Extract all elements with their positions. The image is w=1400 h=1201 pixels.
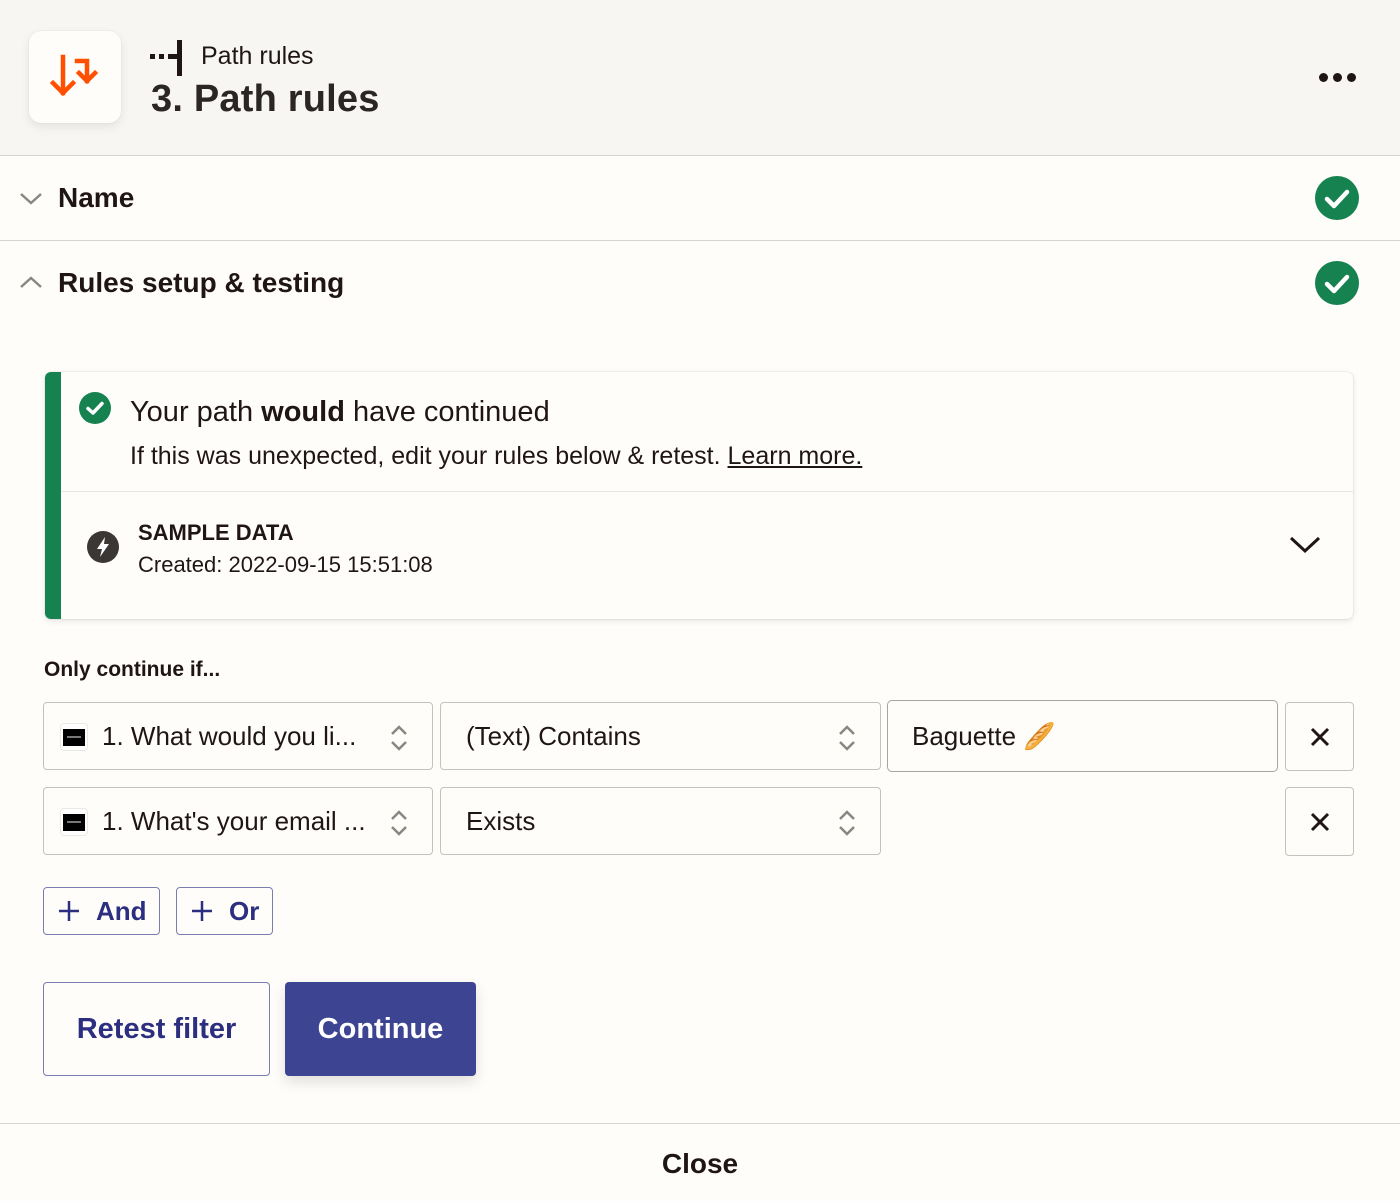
condition-field-select[interactable]: 1. What's your email ... [43, 787, 433, 855]
path-branch-icon [150, 40, 182, 76]
check-circle-icon [1315, 261, 1359, 305]
select-updown-icon [839, 810, 855, 836]
continue-button[interactable]: Continue [285, 982, 476, 1076]
typeform-logo [60, 808, 88, 836]
condition-operator-select[interactable]: Exists [440, 787, 881, 855]
divider [61, 491, 1353, 492]
result-subtitle: If this was unexpected, edit your rules … [130, 442, 862, 471]
section-name[interactable]: Name [0, 156, 1400, 241]
step-title: 3. Path rules [151, 78, 380, 120]
condition-field-value: 1. What's your email ... [102, 806, 366, 836]
section-name-label: Name [58, 182, 135, 213]
check-circle-icon [1315, 176, 1359, 220]
chevron-up-icon [20, 276, 42, 288]
add-and-button[interactable]: And [43, 887, 160, 935]
test-result-card: Your path would have continued If this w… [45, 372, 1353, 619]
step-header: Path rules 3. Path rules [0, 0, 1400, 156]
add-and-label: And [96, 895, 147, 926]
condition-operator-select[interactable]: (Text) Contains [440, 702, 881, 770]
result-subtitle-text: If this was unexpected, edit your rules … [130, 442, 728, 470]
add-or-label: Or [229, 895, 260, 926]
more-horizontal-icon [1318, 72, 1328, 82]
close-button[interactable]: Close [0, 1148, 1400, 1180]
footer: Close [0, 1123, 1400, 1201]
more-options-button[interactable] [1312, 62, 1362, 92]
condition-field-select[interactable]: 1. What would you li... [43, 702, 433, 770]
result-title-suffix: have continued [344, 396, 550, 428]
path-rules-arrows-icon [49, 54, 99, 97]
condition-operator-value: (Text) Contains [466, 721, 641, 751]
condition-value-input[interactable] [887, 700, 1278, 772]
condition-operator-value: Exists [466, 806, 536, 836]
select-updown-icon [391, 810, 407, 836]
step-type-label: Path rules [201, 42, 314, 70]
more-dot [1332, 72, 1342, 82]
result-title: Your path would have continued [130, 396, 550, 429]
plus-icon [59, 901, 79, 921]
check-circle-icon [79, 392, 111, 424]
remove-condition-button[interactable] [1285, 702, 1354, 771]
add-or-button[interactable]: Or [176, 887, 273, 935]
lightning-bolt-icon [87, 531, 119, 563]
chevron-down-icon[interactable] [1287, 530, 1323, 558]
retest-filter-button[interactable]: Retest filter [43, 982, 270, 1076]
sample-data-title: SAMPLE DATA [138, 520, 294, 545]
sample-data-created: Created: 2022-09-15 15:51:08 [138, 552, 433, 577]
close-icon [1310, 727, 1329, 746]
select-updown-icon [839, 725, 855, 751]
close-icon [1310, 812, 1329, 831]
section-rules-setup[interactable]: Rules setup & testing [0, 241, 1400, 326]
select-updown-icon [391, 725, 407, 751]
typeform-logo [60, 723, 88, 751]
chevron-down-icon [20, 193, 42, 205]
condition-field-value: 1. What would you li... [102, 721, 357, 751]
result-title-bold: would [261, 396, 345, 428]
section-rules-label: Rules setup & testing [58, 267, 345, 298]
more-dot [1346, 72, 1356, 82]
remove-condition-button[interactable] [1285, 787, 1354, 856]
learn-more-link[interactable]: Learn more. [728, 442, 863, 470]
result-title-prefix: Your path [130, 396, 262, 428]
rules-label: Only continue if... [44, 658, 221, 681]
plus-icon [192, 901, 212, 921]
app-icon [29, 31, 121, 123]
success-stripe [45, 372, 61, 619]
